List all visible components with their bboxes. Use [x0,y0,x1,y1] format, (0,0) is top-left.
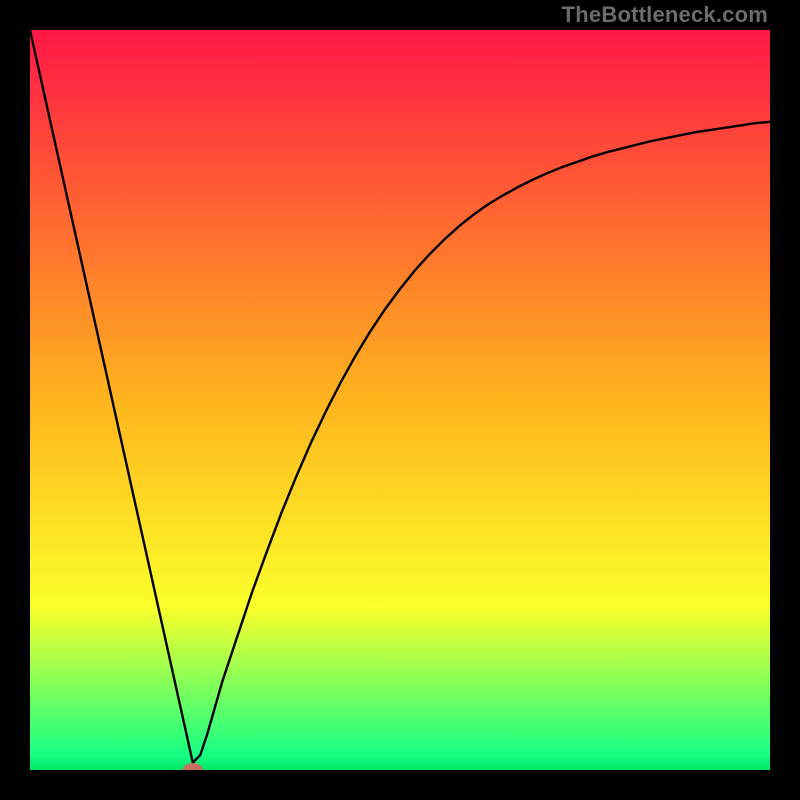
watermark-text: TheBottleneck.com [562,2,768,28]
bottleneck-chart [30,30,770,770]
chart-frame [30,30,770,770]
gradient-background [30,30,770,770]
